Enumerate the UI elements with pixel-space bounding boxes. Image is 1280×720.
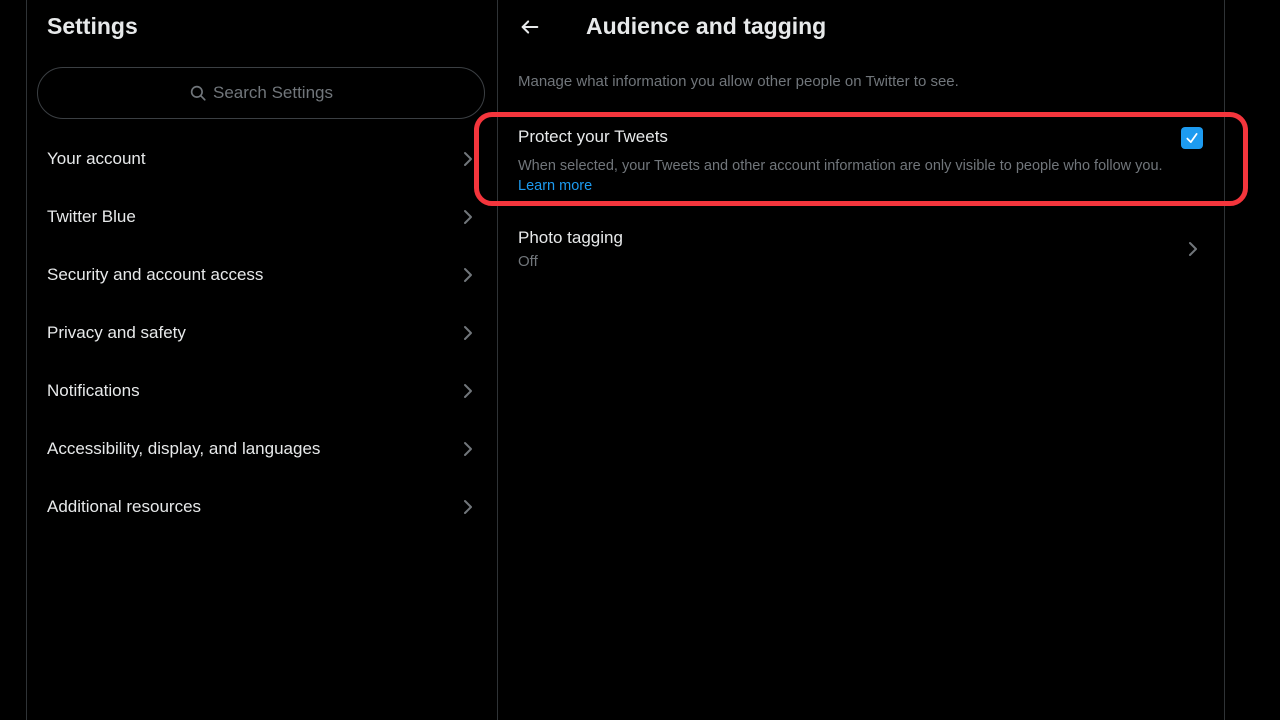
sidebar-item-additional-resources[interactable]: Additional resources xyxy=(27,478,497,536)
checkmark-icon xyxy=(1186,133,1198,143)
sidebar-item-twitter-blue[interactable]: Twitter Blue xyxy=(27,188,497,246)
chevron-right-icon xyxy=(464,268,472,282)
photo-tagging-row[interactable]: Photo tagging Off xyxy=(498,222,1224,278)
protect-tweets-title: Protect your Tweets xyxy=(518,127,668,146)
chevron-right-icon xyxy=(464,326,472,340)
sidebar-item-label: Notifications xyxy=(47,381,140,400)
protect-tweets-description: When selected, your Tweets and other acc… xyxy=(518,156,1168,196)
page-title: Audience and tagging xyxy=(586,13,827,39)
audience-tagging-panel: Audience and tagging Manage what informa… xyxy=(498,0,1225,720)
search-settings-input[interactable]: Search Settings xyxy=(37,67,485,119)
chevron-right-icon xyxy=(464,152,472,166)
sidebar-item-notifications[interactable]: Notifications xyxy=(27,362,497,420)
chevron-right-icon xyxy=(464,210,472,224)
chevron-right-icon xyxy=(464,500,472,514)
learn-more-link[interactable]: Learn more xyxy=(518,178,592,194)
chevron-right-icon xyxy=(1189,242,1197,256)
settings-title: Settings xyxy=(47,13,138,39)
photo-tagging-title: Photo tagging xyxy=(518,228,623,247)
sidebar-item-label: Privacy and safety xyxy=(47,323,186,342)
sidebar-item-label: Additional resources xyxy=(47,497,202,516)
sidebar-item-label: Security and account access xyxy=(47,265,264,284)
sidebar-item-privacy[interactable]: Privacy and safety xyxy=(27,304,497,362)
arrow-left-icon xyxy=(521,20,539,34)
page-description: Manage what information you allow other … xyxy=(518,73,959,90)
sidebar-item-accessibility[interactable]: Accessibility, display, and languages xyxy=(27,420,497,478)
sidebar-item-label: Twitter Blue xyxy=(47,207,136,226)
protect-tweets-description-text: When selected, your Tweets and other acc… xyxy=(518,158,1163,174)
protect-tweets-row[interactable]: Protect your Tweets When selected, your … xyxy=(498,120,1224,200)
settings-menu: Your account Twitter Blue Security and a… xyxy=(27,130,497,536)
sidebar-item-label: Your account xyxy=(47,149,146,168)
photo-tagging-value: Off xyxy=(518,253,538,270)
sidebar-item-label: Accessibility, display, and languages xyxy=(47,439,321,458)
back-button[interactable] xyxy=(516,13,544,41)
search-placeholder: Search Settings xyxy=(212,83,333,102)
settings-panel: Settings Search Settings Your account Tw… xyxy=(27,0,498,720)
search-icon xyxy=(189,84,207,102)
sidebar-item-your-account[interactable]: Your account xyxy=(27,130,497,188)
chevron-right-icon xyxy=(464,384,472,398)
protect-tweets-checkbox[interactable] xyxy=(1181,127,1203,149)
sidebar-item-security[interactable]: Security and account access xyxy=(27,246,497,304)
chevron-right-icon xyxy=(464,442,472,456)
